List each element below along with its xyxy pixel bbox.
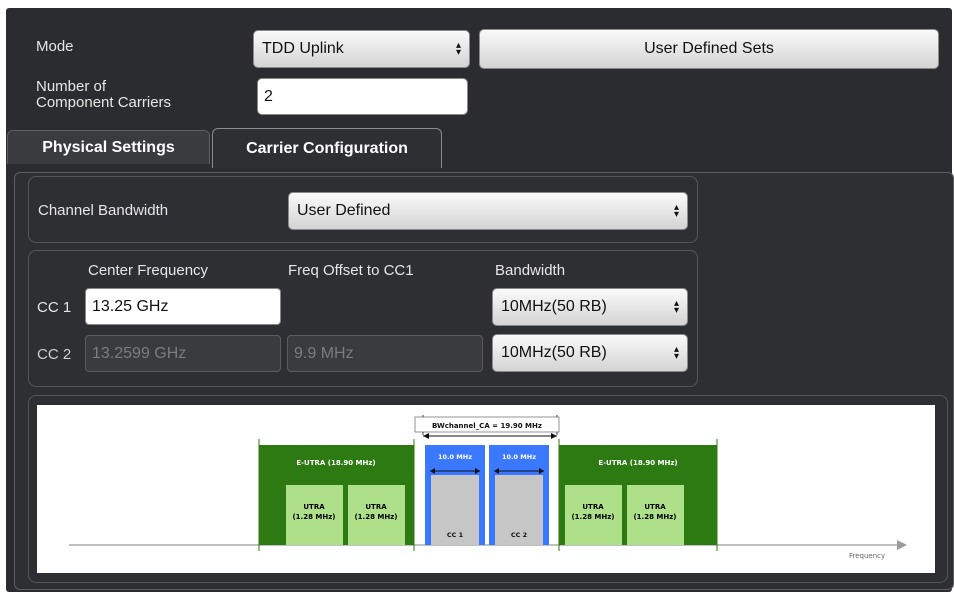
arrow-left-icon xyxy=(423,433,429,439)
utra-sublabel: (1.28 MHz) xyxy=(633,513,676,521)
cc1-label: CC 1 xyxy=(37,299,72,316)
col-center-frequency: Center Frequency xyxy=(88,262,209,279)
cc2-center-frequency-input: 13.2599 GHz xyxy=(85,335,281,372)
utra-label: UTRA xyxy=(582,503,604,511)
diagram-svg: Frequency E-UTRA (18.90 MHz) UTRA (1.28 … xyxy=(69,415,907,560)
eutra-left-label: E-UTRA (18.90 MHz) xyxy=(296,459,375,467)
cc1-bandwidth-value: 10MHz(50 RB) xyxy=(501,298,607,315)
carrier-aggregation-diagram: Frequency E-UTRA (18.90 MHz) UTRA (1.28 … xyxy=(37,405,935,573)
cc1-bw-label: 10.0 MHz xyxy=(438,453,472,461)
cc2-label: CC 2 xyxy=(511,531,527,539)
mode-label: Mode xyxy=(36,38,74,55)
tab-physical-settings[interactable]: Physical Settings xyxy=(7,130,210,164)
cc1-bandwidth-select[interactable]: 10MHz(50 RB) ▴ ▾ xyxy=(492,288,688,326)
cc2-bandwidth-value: 10MHz(50 RB) xyxy=(501,344,607,361)
cc2-bandwidth-select[interactable]: 10MHz(50 RB) ▴ ▾ xyxy=(492,334,688,372)
utra-label: UTRA xyxy=(303,503,325,511)
eutra-right-label: E-UTRA (18.90 MHz) xyxy=(598,459,677,467)
utra-label: UTRA xyxy=(644,503,666,511)
updown-icon: ▴ ▾ xyxy=(673,298,679,316)
ncc-input[interactable]: 2 xyxy=(257,78,468,115)
channel-bandwidth-value: User Defined xyxy=(297,202,391,219)
ncc-label-line2: Component Carriers xyxy=(36,94,172,111)
cc2-freq-offset-input: 9.9 MHz xyxy=(287,335,483,372)
channel-bandwidth-label: Channel Bandwidth xyxy=(38,202,169,219)
updown-icon: ▴ ▾ xyxy=(455,40,461,58)
cc2-label: CC 2 xyxy=(37,346,72,363)
utra-label: UTRA xyxy=(365,503,387,511)
utra-sublabel: (1.28 MHz) xyxy=(354,513,397,521)
ncc-label-line1: Number of xyxy=(36,78,107,95)
arrow-right-icon xyxy=(551,433,557,439)
channel-bandwidth-select[interactable]: User Defined ▴ ▾ xyxy=(288,192,688,230)
mode-select[interactable]: TDD Uplink ▴ ▾ xyxy=(253,30,470,68)
axis-label: Frequency xyxy=(849,552,885,560)
cc1-label: CC 1 xyxy=(447,531,464,539)
utra-sublabel: (1.28 MHz) xyxy=(292,513,335,521)
user-defined-sets-button[interactable]: User Defined Sets xyxy=(479,29,939,69)
col-freq-offset: Freq Offset to CC1 xyxy=(288,262,414,279)
cc1-center-frequency-input[interactable]: 13.25 GHz xyxy=(85,288,281,325)
ncc-label: Number of Component Carriers xyxy=(36,79,171,111)
updown-icon: ▴ ▾ xyxy=(673,202,679,220)
updown-icon: ▴ ▾ xyxy=(673,344,679,362)
cc2-bw-label: 10.0 MHz xyxy=(502,453,536,461)
mode-value: TDD Uplink xyxy=(262,40,344,57)
axis-arrow-icon xyxy=(897,540,907,550)
ca-bw-label: BWchannel_CA = 19.90 MHz xyxy=(432,422,542,430)
utra-sublabel: (1.28 MHz) xyxy=(571,513,614,521)
col-bandwidth: Bandwidth xyxy=(495,262,566,279)
tab-carrier-configuration[interactable]: Carrier Configuration xyxy=(212,128,442,168)
